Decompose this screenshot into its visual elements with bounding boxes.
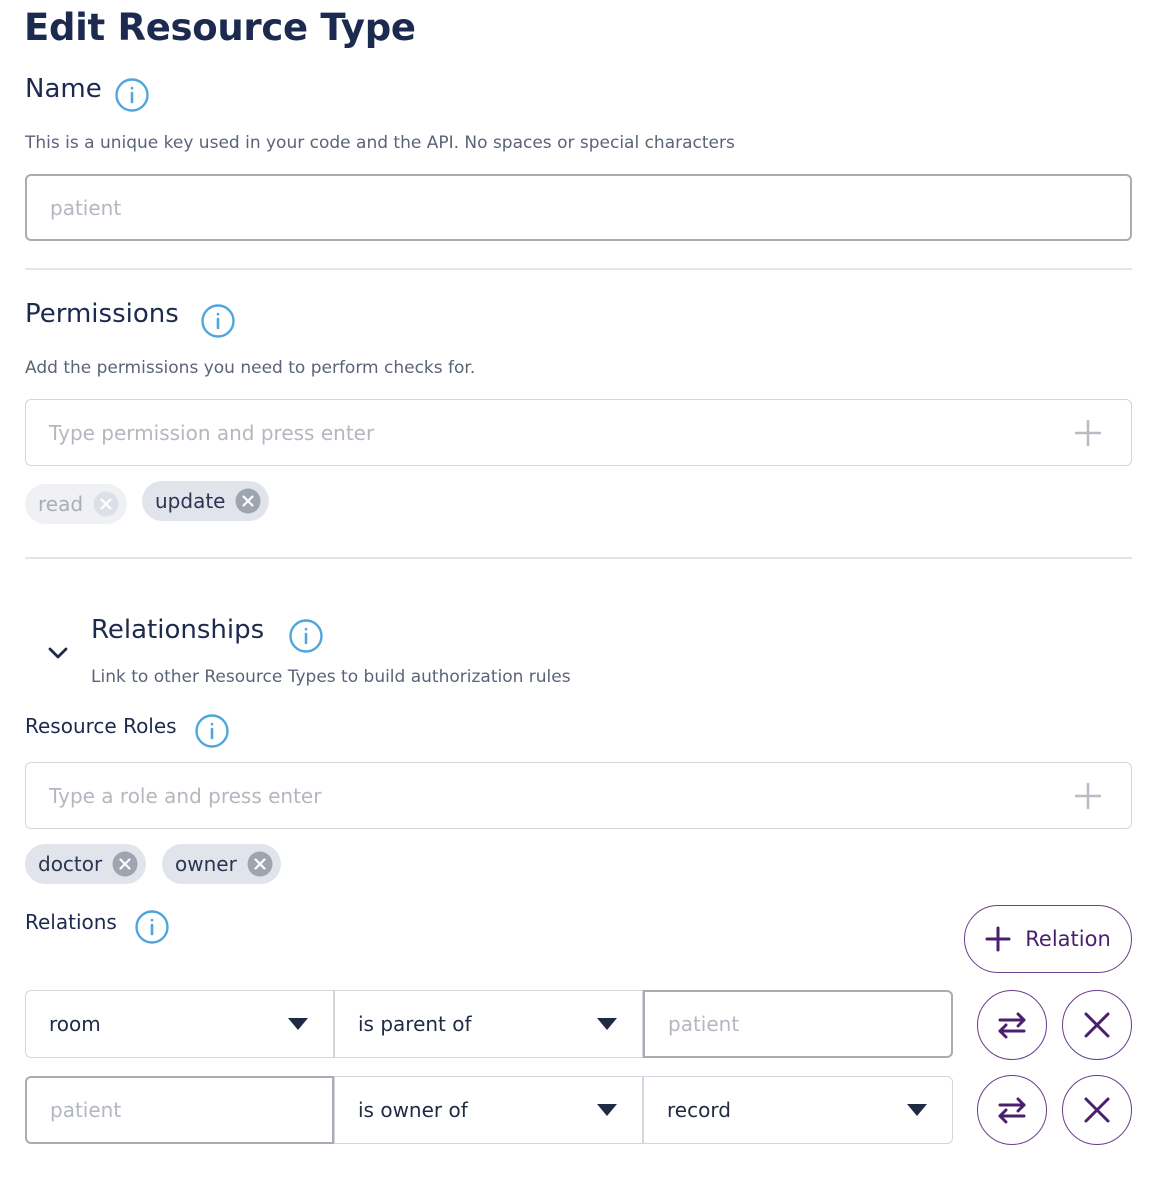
chip-label: read — [38, 492, 84, 516]
add-relation-label: Relation — [1025, 927, 1111, 951]
select-value: is parent of — [358, 1012, 472, 1036]
info-icon[interactable] — [135, 910, 169, 944]
role-input[interactable]: Type a role and press enter — [25, 762, 1132, 829]
permission-input-placeholder: Type permission and press enter — [49, 420, 375, 445]
relation-type-select[interactable]: is owner of — [334, 1076, 643, 1144]
caret-down-icon — [907, 1104, 927, 1116]
select-value: record — [667, 1098, 731, 1122]
relation-subject-select[interactable]: room — [25, 990, 334, 1058]
resource-roles-heading: Resource Roles — [25, 714, 177, 738]
swap-arrows-icon — [998, 1012, 1026, 1039]
caret-down-icon — [288, 1018, 308, 1030]
chip-label: update — [155, 489, 226, 513]
permissions-description: Add the permissions you need to perform … — [25, 358, 476, 378]
close-icon — [1084, 1097, 1110, 1123]
name-input[interactable]: patient — [25, 174, 1132, 241]
relationships-heading: Relationships — [91, 615, 265, 645]
permission-chip-update: update — [142, 481, 270, 521]
role-input-placeholder: Type a role and press enter — [49, 783, 322, 808]
relation-object-select[interactable]: record — [643, 1076, 953, 1144]
role-chip-owner: owner — [162, 844, 281, 884]
add-relation-button[interactable]: Relation — [964, 905, 1132, 973]
caret-down-icon — [597, 1104, 617, 1116]
page-title: Edit Resource Type — [24, 6, 416, 49]
relation-object-input[interactable]: patient — [643, 990, 953, 1058]
name-input-placeholder: patient — [50, 195, 122, 220]
plus-icon[interactable] — [1073, 418, 1103, 448]
delete-relation-button[interactable] — [1062, 1075, 1132, 1145]
caret-down-icon — [597, 1018, 617, 1030]
relation-type-select[interactable]: is parent of — [334, 990, 643, 1058]
plus-icon — [985, 926, 1011, 952]
section-divider — [25, 557, 1132, 559]
chip-label: owner — [175, 852, 237, 876]
name-description: This is a unique key used in your code a… — [25, 133, 735, 153]
swap-relation-button[interactable] — [977, 1075, 1047, 1145]
relation-subject-input[interactable]: patient — [25, 1076, 334, 1144]
chevron-down-icon[interactable] — [46, 644, 70, 662]
remove-chip-icon[interactable] — [112, 851, 138, 877]
remove-chip-icon[interactable] — [247, 851, 273, 877]
info-icon[interactable] — [289, 619, 323, 653]
info-icon[interactable] — [115, 78, 149, 112]
relations-heading: Relations — [25, 910, 117, 934]
delete-relation-button[interactable] — [1062, 990, 1132, 1060]
close-icon — [1084, 1012, 1110, 1038]
permission-chip-read: read — [25, 484, 128, 524]
role-chip-doctor: doctor — [25, 844, 147, 884]
remove-chip-icon[interactable] — [235, 488, 261, 514]
relationships-description: Link to other Resource Types to build au… — [91, 667, 571, 687]
permissions-heading: Permissions — [25, 299, 179, 329]
chip-label: doctor — [38, 852, 103, 876]
input-placeholder: patient — [50, 1098, 122, 1122]
swap-relation-button[interactable] — [977, 990, 1047, 1060]
info-icon[interactable] — [195, 714, 229, 748]
section-divider — [25, 268, 1132, 270]
name-heading: Name — [25, 74, 102, 104]
input-placeholder: patient — [668, 1012, 740, 1036]
swap-arrows-icon — [998, 1097, 1026, 1124]
permission-input[interactable]: Type permission and press enter — [25, 399, 1132, 466]
remove-chip-icon[interactable] — [93, 491, 119, 517]
info-icon[interactable] — [201, 304, 235, 338]
select-value: room — [49, 1012, 101, 1036]
plus-icon[interactable] — [1073, 781, 1103, 811]
select-value: is owner of — [358, 1098, 468, 1122]
